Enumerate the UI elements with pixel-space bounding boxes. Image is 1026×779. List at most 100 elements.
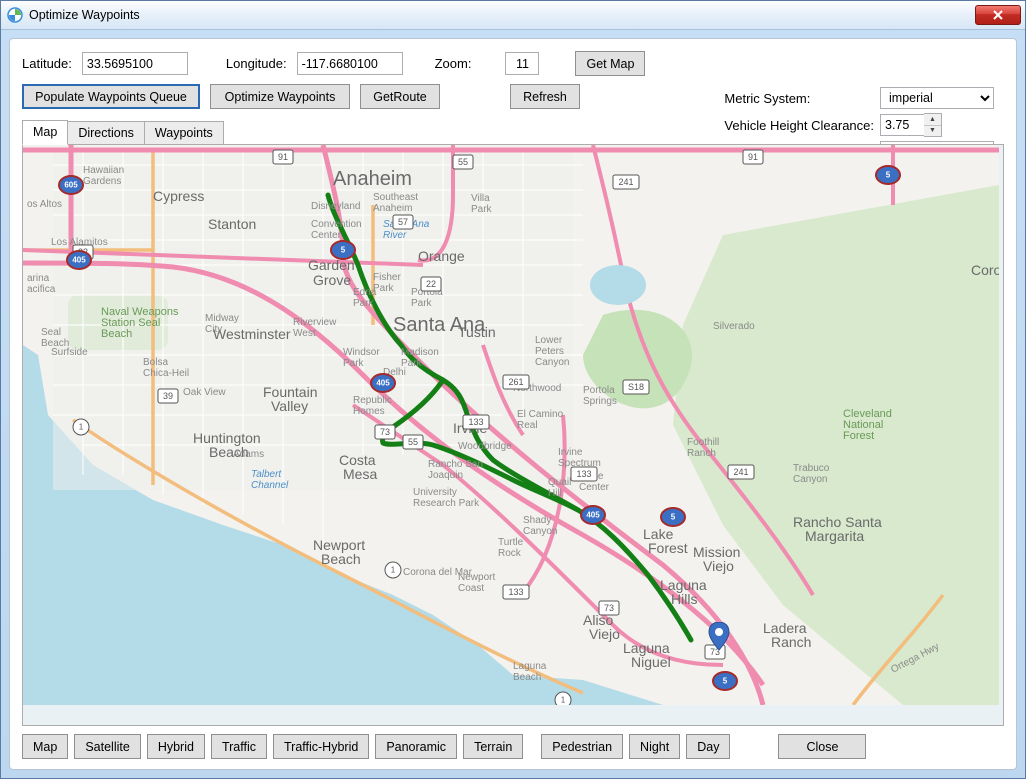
get-map-button[interactable]: Get Map <box>575 51 645 76</box>
svg-text:Hawaiian: Hawaiian <box>83 165 124 176</box>
svg-text:Viejo: Viejo <box>703 558 734 574</box>
svg-text:73: 73 <box>380 427 390 437</box>
svg-text:Quail: Quail <box>548 477 571 488</box>
svg-text:Convention: Convention <box>311 219 362 230</box>
svg-text:Canyon: Canyon <box>523 526 557 537</box>
satellite-button[interactable]: Satellite <box>74 734 140 759</box>
svg-text:Seal: Seal <box>41 327 61 338</box>
vehicle-height-input[interactable] <box>880 114 924 136</box>
tab-map[interactable]: Map <box>22 120 68 145</box>
tab-waypoints[interactable]: Waypoints <box>144 121 224 145</box>
svg-text:Foothill: Foothill <box>687 437 719 448</box>
svg-text:55: 55 <box>458 157 468 167</box>
svg-text:Grove: Grove <box>313 272 351 288</box>
svg-text:Tustin: Tustin <box>458 324 496 340</box>
close-button[interactable]: Close <box>778 734 866 759</box>
svg-text:91: 91 <box>748 152 758 162</box>
svg-text:Valley: Valley <box>271 398 308 414</box>
svg-text:91: 91 <box>278 152 288 162</box>
spinner-down[interactable]: ▼ <box>924 126 941 137</box>
app-icon <box>7 7 23 23</box>
svg-text:Mesa: Mesa <box>343 466 377 482</box>
svg-text:Shady: Shady <box>523 515 551 526</box>
svg-text:5: 5 <box>886 171 891 180</box>
svg-text:Forest: Forest <box>843 430 874 442</box>
map-view[interactable]: AnaheimSanta AnaCypressStantonOrangeGard… <box>22 144 1004 726</box>
window-title: Optimize Waypoints <box>29 8 975 22</box>
svg-text:Westminster: Westminster <box>213 326 291 342</box>
svg-text:Beach: Beach <box>101 328 132 340</box>
svg-text:Talbert: Talbert <box>251 469 282 480</box>
day-button[interactable]: Day <box>686 734 730 759</box>
svg-text:Riverview: Riverview <box>293 317 337 328</box>
svg-text:241: 241 <box>618 177 633 187</box>
svg-text:Stanton: Stanton <box>208 216 256 232</box>
longitude-input[interactable] <box>297 52 403 75</box>
traffic-button[interactable]: Traffic <box>211 734 267 759</box>
night-button[interactable]: Night <box>629 734 680 759</box>
titlebar: Optimize Waypoints <box>1 1 1025 30</box>
svg-text:Ranch: Ranch <box>771 634 811 650</box>
svg-text:Canyon: Canyon <box>535 357 569 368</box>
window-close-button[interactable] <box>975 5 1021 25</box>
svg-text:Beach: Beach <box>513 672 541 683</box>
optimize-waypoints-button[interactable]: Optimize Waypoints <box>210 84 350 109</box>
terrain-button[interactable]: Terrain <box>463 734 523 759</box>
svg-text:Beach: Beach <box>321 551 361 567</box>
svg-text:Joaquin: Joaquin <box>428 470 463 481</box>
svg-text:Rock: Rock <box>498 548 522 559</box>
svg-text:Garden: Garden <box>308 257 355 273</box>
get-route-button[interactable]: GetRoute <box>360 84 440 109</box>
svg-text:405: 405 <box>586 511 600 520</box>
traffic-hybrid-button[interactable]: Traffic-Hybrid <box>273 734 369 759</box>
svg-text:1: 1 <box>561 696 566 705</box>
svg-text:Niguel: Niguel <box>631 654 671 670</box>
map-button[interactable]: Map <box>22 734 68 759</box>
svg-text:Forest: Forest <box>648 540 688 556</box>
populate-waypoints-button[interactable]: Populate Waypoints Queue <box>22 84 200 109</box>
svg-text:Park: Park <box>343 358 365 369</box>
svg-text:Midway: Midway <box>205 313 239 324</box>
refresh-button[interactable]: Refresh <box>510 84 580 109</box>
svg-text:Bolsa: Bolsa <box>143 357 168 368</box>
svg-text:Silverado: Silverado <box>713 321 755 332</box>
svg-text:133: 133 <box>508 587 523 597</box>
svg-text:Irvine: Irvine <box>558 447 583 458</box>
svg-text:Margarita: Margarita <box>805 528 864 544</box>
vehicle-height-spinner[interactable]: ▲▼ <box>880 113 944 137</box>
svg-text:55: 55 <box>408 437 418 447</box>
panoramic-button[interactable]: Panoramic <box>375 734 457 759</box>
svg-text:241: 241 <box>733 467 748 477</box>
svg-text:Southeast: Southeast <box>373 192 418 203</box>
svg-text:Canyon: Canyon <box>793 474 827 485</box>
latitude-input[interactable] <box>82 52 188 75</box>
svg-text:Oak View: Oak View <box>183 387 226 398</box>
svg-text:133: 133 <box>576 469 591 479</box>
spinner-up[interactable]: ▲ <box>924 114 941 126</box>
svg-text:Coast: Coast <box>458 583 484 594</box>
svg-text:University: University <box>413 487 457 498</box>
pedestrian-button[interactable]: Pedestrian <box>541 734 623 759</box>
svg-text:5: 5 <box>341 246 346 255</box>
svg-text:73: 73 <box>604 603 614 613</box>
svg-text:Laguna: Laguna <box>513 661 547 672</box>
zoom-input[interactable] <box>505 52 539 75</box>
svg-text:133: 133 <box>468 417 483 427</box>
svg-text:Springs: Springs <box>583 396 617 407</box>
svg-text:405: 405 <box>376 379 390 388</box>
svg-text:Republic: Republic <box>353 395 392 406</box>
svg-text:Cypress: Cypress <box>153 188 204 204</box>
tab-directions[interactable]: Directions <box>67 121 145 145</box>
zoom-label: Zoom: <box>435 56 472 71</box>
svg-text:Anaheim: Anaheim <box>373 203 412 214</box>
svg-text:arina: arina <box>27 273 50 284</box>
svg-text:acifica: acifica <box>27 284 56 295</box>
svg-text:S18: S18 <box>628 382 644 392</box>
svg-text:Anaheim: Anaheim <box>333 168 412 190</box>
metric-system-select[interactable]: imperialmetric <box>880 87 994 109</box>
svg-text:City: City <box>205 324 222 335</box>
hybrid-button[interactable]: Hybrid <box>147 734 205 759</box>
svg-text:Portola: Portola <box>583 385 615 396</box>
svg-text:1: 1 <box>391 566 396 575</box>
svg-text:Real: Real <box>517 420 538 431</box>
